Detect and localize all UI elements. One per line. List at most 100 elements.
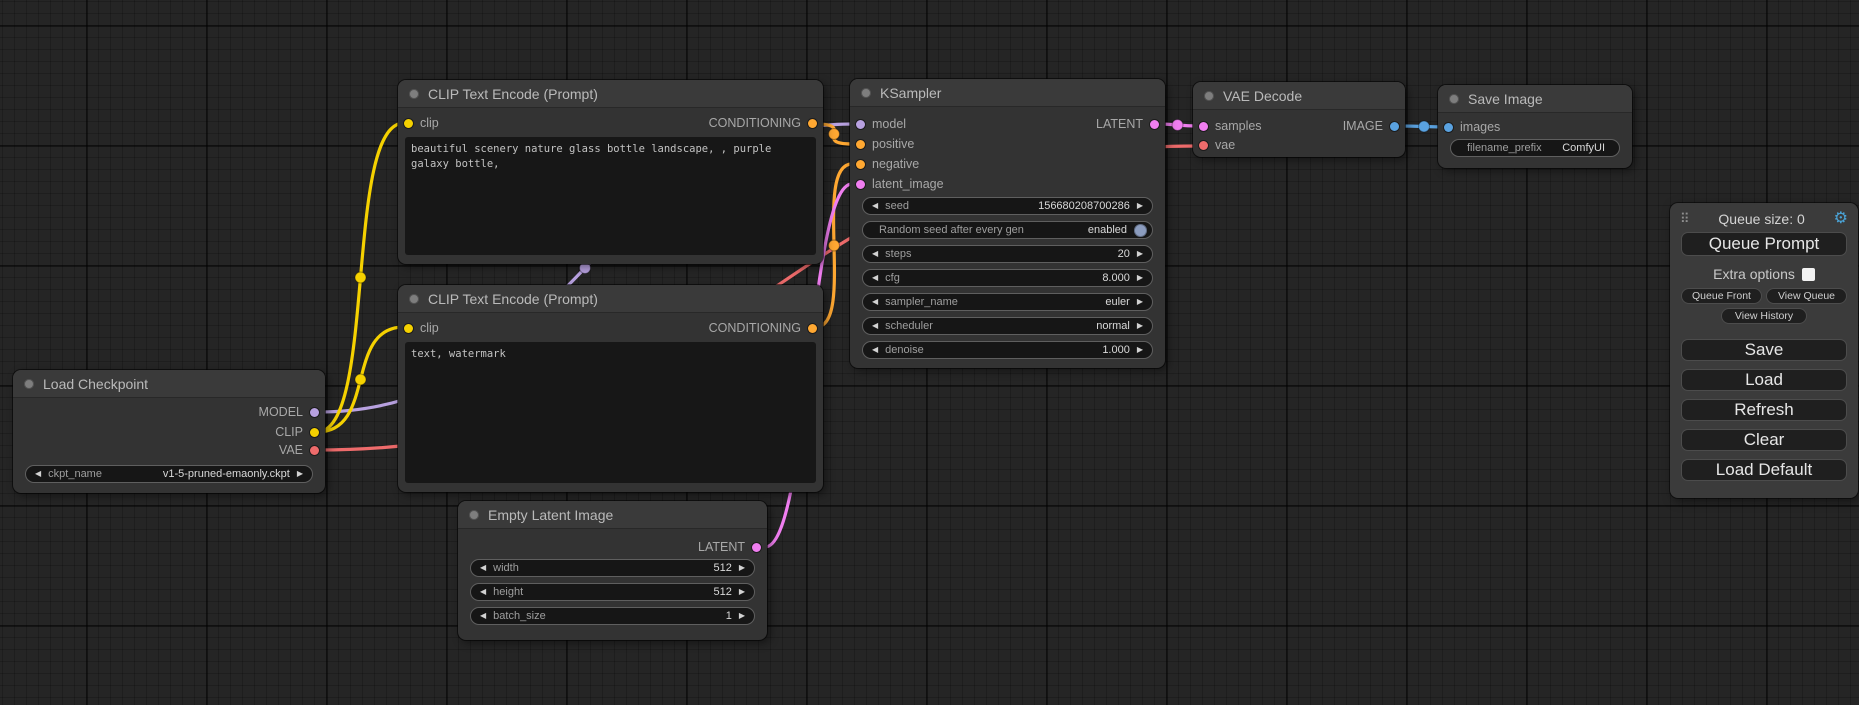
increment-arrow-icon[interactable]: ▶ bbox=[739, 564, 745, 572]
port-dot-clip[interactable] bbox=[310, 428, 319, 437]
output-port-latent[interactable]: LATENT bbox=[698, 538, 761, 556]
port-dot-model[interactable] bbox=[310, 408, 319, 417]
widget-cfg[interactable]: ◀ cfg 8.000 ▶ bbox=[862, 269, 1153, 287]
widget-random-seed[interactable]: Random seed after every gen enabled bbox=[862, 221, 1153, 239]
increment-arrow-icon[interactable]: ▶ bbox=[297, 470, 303, 478]
node-clip-text-encode-positive[interactable]: CLIP Text Encode (Prompt) clip CONDITION… bbox=[398, 80, 823, 264]
node-collapse-dot-icon[interactable] bbox=[409, 89, 419, 99]
input-port-images[interactable]: images bbox=[1444, 118, 1500, 136]
decrement-arrow-icon[interactable]: ◀ bbox=[872, 274, 878, 282]
node-collapse-dot-icon[interactable] bbox=[24, 379, 34, 389]
random-seed-toggle-icon[interactable] bbox=[1134, 224, 1147, 237]
queue-size-label: Queue size: 0 bbox=[1690, 211, 1834, 227]
output-port-conditioning[interactable]: CONDITIONING bbox=[709, 114, 817, 132]
decrement-arrow-icon[interactable]: ◀ bbox=[872, 322, 878, 330]
increment-arrow-icon[interactable]: ▶ bbox=[739, 588, 745, 596]
input-port-clip[interactable]: clip bbox=[404, 114, 439, 132]
node-clip-text-encode-negative[interactable]: CLIP Text Encode (Prompt) clip CONDITION… bbox=[398, 285, 823, 492]
node-title-bar: CLIP Text Encode (Prompt) bbox=[398, 80, 823, 108]
port-dot-latent[interactable] bbox=[1199, 122, 1208, 131]
extra-options-checkbox[interactable] bbox=[1802, 268, 1815, 281]
drag-handle-icon[interactable]: ⠿ bbox=[1680, 211, 1690, 227]
increment-arrow-icon[interactable]: ▶ bbox=[1137, 274, 1143, 282]
load-button[interactable]: Load bbox=[1681, 369, 1847, 391]
widget-height[interactable]: ◀ height 512 ▶ bbox=[470, 583, 755, 601]
queue-prompt-button[interactable]: Queue Prompt bbox=[1681, 232, 1847, 256]
decrement-arrow-icon[interactable]: ◀ bbox=[480, 564, 486, 572]
graph-canvas[interactable]: Load Checkpoint MODEL CLIP VAE ◀ ckpt_na… bbox=[0, 0, 1859, 705]
output-port-vae[interactable]: VAE bbox=[279, 441, 319, 459]
node-collapse-dot-icon[interactable] bbox=[1449, 94, 1459, 104]
port-dot-conditioning[interactable] bbox=[808, 119, 817, 128]
port-dot-clip[interactable] bbox=[404, 324, 413, 333]
node-collapse-dot-icon[interactable] bbox=[469, 510, 479, 520]
output-port-latent[interactable]: LATENT bbox=[1096, 115, 1159, 133]
input-port-clip[interactable]: clip bbox=[404, 319, 439, 337]
port-dot-clip[interactable] bbox=[404, 119, 413, 128]
port-dot-image[interactable] bbox=[1444, 123, 1453, 132]
prompt-textarea[interactable]: text, watermark bbox=[405, 342, 816, 483]
link-dot bbox=[355, 374, 366, 385]
save-button[interactable]: Save bbox=[1681, 339, 1847, 361]
view-queue-button[interactable]: View Queue bbox=[1766, 288, 1847, 304]
port-dot-conditioning[interactable] bbox=[856, 160, 865, 169]
input-port-latent-image[interactable]: latent_image bbox=[856, 175, 944, 193]
input-port-samples[interactable]: samples bbox=[1199, 117, 1262, 135]
prompt-textarea[interactable]: beautiful scenery nature glass bottle la… bbox=[405, 137, 816, 255]
widget-batch-size[interactable]: ◀ batch_size 1 ▶ bbox=[470, 607, 755, 625]
port-dot-latent[interactable] bbox=[752, 543, 761, 552]
widget-filename-prefix[interactable]: filename_prefix ComfyUI bbox=[1450, 139, 1620, 157]
input-port-model[interactable]: model bbox=[856, 115, 906, 133]
decrement-arrow-icon[interactable]: ◀ bbox=[35, 470, 41, 478]
output-port-conditioning[interactable]: CONDITIONING bbox=[709, 319, 817, 337]
output-port-model[interactable]: MODEL bbox=[259, 403, 319, 421]
widget-denoise[interactable]: ◀ denoise 1.000 ▶ bbox=[862, 341, 1153, 359]
increment-arrow-icon[interactable]: ▶ bbox=[1137, 346, 1143, 354]
output-port-image[interactable]: IMAGE bbox=[1343, 117, 1399, 135]
node-collapse-dot-icon[interactable] bbox=[861, 88, 871, 98]
port-dot-image[interactable] bbox=[1390, 122, 1399, 131]
port-dot-conditioning[interactable] bbox=[808, 324, 817, 333]
increment-arrow-icon[interactable]: ▶ bbox=[1137, 202, 1143, 210]
node-title-bar: Save Image bbox=[1438, 85, 1632, 113]
increment-arrow-icon[interactable]: ▶ bbox=[1137, 322, 1143, 330]
widget-seed[interactable]: ◀ seed 156680208700286 ▶ bbox=[862, 197, 1153, 215]
queue-front-button[interactable]: Queue Front bbox=[1681, 288, 1762, 304]
node-ksampler[interactable]: KSampler model positive negative latent_… bbox=[850, 79, 1165, 368]
input-port-vae[interactable]: vae bbox=[1199, 136, 1235, 154]
decrement-arrow-icon[interactable]: ◀ bbox=[872, 346, 878, 354]
increment-arrow-icon[interactable]: ▶ bbox=[1137, 250, 1143, 258]
port-dot-conditioning[interactable] bbox=[856, 140, 865, 149]
input-port-positive[interactable]: positive bbox=[856, 135, 914, 153]
load-default-button[interactable]: Load Default bbox=[1681, 459, 1847, 481]
decrement-arrow-icon[interactable]: ◀ bbox=[872, 298, 878, 306]
decrement-arrow-icon[interactable]: ◀ bbox=[480, 612, 486, 620]
clear-button[interactable]: Clear bbox=[1681, 429, 1847, 451]
node-collapse-dot-icon[interactable] bbox=[409, 294, 419, 304]
port-dot-model[interactable] bbox=[856, 120, 865, 129]
port-dot-latent[interactable] bbox=[1150, 120, 1159, 129]
widget-width[interactable]: ◀ width 512 ▶ bbox=[470, 559, 755, 577]
decrement-arrow-icon[interactable]: ◀ bbox=[872, 202, 878, 210]
widget-ckpt-name[interactable]: ◀ ckpt_name v1-5-pruned-emaonly.ckpt ▶ bbox=[25, 465, 313, 483]
node-empty-latent-image[interactable]: Empty Latent Image LATENT ◀ width 512 ▶ … bbox=[458, 501, 767, 640]
node-save-image[interactable]: Save Image images filename_prefix ComfyU… bbox=[1438, 85, 1632, 168]
port-dot-latent[interactable] bbox=[856, 180, 865, 189]
port-dot-vae[interactable] bbox=[310, 446, 319, 455]
view-history-button[interactable]: View History bbox=[1721, 308, 1807, 324]
widget-sampler-name[interactable]: ◀ sampler_name euler ▶ bbox=[862, 293, 1153, 311]
widget-steps[interactable]: ◀ steps 20 ▶ bbox=[862, 245, 1153, 263]
decrement-arrow-icon[interactable]: ◀ bbox=[480, 588, 486, 596]
gear-icon[interactable]: ⚙ bbox=[1834, 211, 1848, 227]
decrement-arrow-icon[interactable]: ◀ bbox=[872, 250, 878, 258]
output-port-clip[interactable]: CLIP bbox=[275, 423, 319, 441]
input-port-negative[interactable]: negative bbox=[856, 155, 919, 173]
increment-arrow-icon[interactable]: ▶ bbox=[739, 612, 745, 620]
node-load-checkpoint[interactable]: Load Checkpoint MODEL CLIP VAE ◀ ckpt_na… bbox=[13, 370, 325, 493]
refresh-button[interactable]: Refresh bbox=[1681, 399, 1847, 421]
widget-scheduler[interactable]: ◀ scheduler normal ▶ bbox=[862, 317, 1153, 335]
increment-arrow-icon[interactable]: ▶ bbox=[1137, 298, 1143, 306]
node-collapse-dot-icon[interactable] bbox=[1204, 91, 1214, 101]
port-dot-vae[interactable] bbox=[1199, 141, 1208, 150]
node-vae-decode[interactable]: VAE Decode samples vae IMAGE bbox=[1193, 82, 1405, 157]
